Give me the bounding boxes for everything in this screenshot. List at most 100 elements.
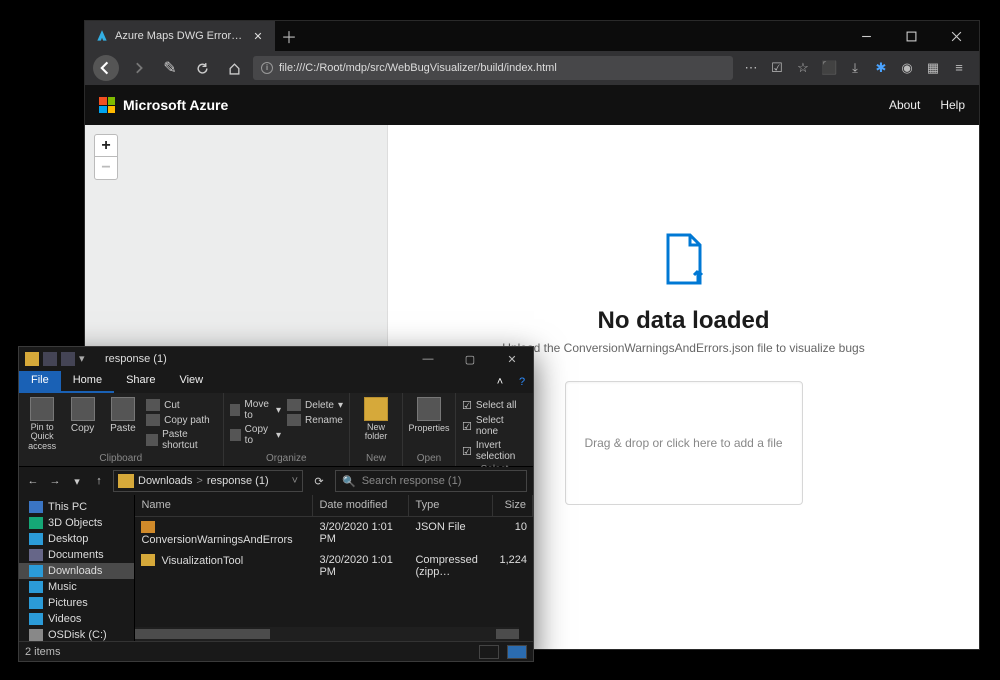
tab-close-icon[interactable]: ✕ xyxy=(251,29,265,43)
crumb-0[interactable]: Downloads xyxy=(138,475,192,487)
bookmark-icon[interactable]: ☆ xyxy=(795,60,811,76)
zoom-in-button[interactable]: + xyxy=(95,135,117,157)
nav-reload[interactable] xyxy=(189,55,215,81)
library-icon[interactable]: ⬛ xyxy=(821,60,837,76)
help-link[interactable]: Help xyxy=(940,98,965,112)
more-icon[interactable]: ⋯ xyxy=(743,60,759,76)
file-explorer-window: ▾ response (1) — ▢ ✕ File Home Share Vie… xyxy=(18,346,534,662)
tree-this-pc[interactable]: This PC xyxy=(19,499,134,515)
file-list-header[interactable]: Name Date modified Type Size xyxy=(135,495,533,517)
nav-tree[interactable]: This PC 3D Objects Desktop Documents Dow… xyxy=(19,495,135,641)
tree-desktop[interactable]: Desktop xyxy=(19,531,134,547)
window-minimize[interactable] xyxy=(844,21,889,51)
col-type[interactable]: Type xyxy=(409,495,493,516)
col-size[interactable]: Size xyxy=(493,495,533,516)
explorer-minimize[interactable]: — xyxy=(407,347,449,371)
folder-small-icon xyxy=(25,352,39,366)
rename-button[interactable]: Rename xyxy=(287,414,343,426)
downloads-icon[interactable]: ⤓ xyxy=(847,60,863,76)
new-folder-button[interactable]: New folder xyxy=(356,397,396,451)
delete-button[interactable]: Delete ▾ xyxy=(287,399,343,411)
window-close[interactable] xyxy=(934,21,979,51)
tree-documents[interactable]: Documents xyxy=(19,547,134,563)
horizontal-scrollbar[interactable] xyxy=(135,627,519,641)
account-icon[interactable]: ◉ xyxy=(899,60,915,76)
move-to-button[interactable]: Move to ▾ xyxy=(230,399,281,421)
qat-icon-1[interactable] xyxy=(43,352,57,366)
file-row[interactable]: ConversionWarningsAndErrors 3/20/2020 1:… xyxy=(135,517,533,550)
about-link[interactable]: About xyxy=(889,98,920,112)
grid-icon[interactable]: ▦ xyxy=(925,60,941,76)
explorer-recent-dropdown[interactable]: ▾ xyxy=(69,473,85,489)
nav-forward[interactable] xyxy=(125,55,151,81)
cut-button[interactable]: Cut xyxy=(146,399,216,411)
file-dropzone[interactable]: Drag & drop or click here to add a file xyxy=(565,381,803,505)
crumb-1[interactable]: response (1) xyxy=(207,475,269,487)
no-data-heading: No data loaded xyxy=(597,307,769,335)
ribbon-group-select: Select all Select none Invert selection … xyxy=(456,393,533,466)
upload-file-icon xyxy=(660,231,708,287)
extension1-icon[interactable]: ✱ xyxy=(873,60,889,76)
zip-file-icon xyxy=(141,554,155,566)
devtools-icon[interactable]: ✎ xyxy=(157,55,183,81)
browser-titlebar[interactable]: Azure Maps DWG Errors Visual… ✕ ＋ xyxy=(85,21,979,51)
explorer-help-icon[interactable]: ? xyxy=(511,371,533,393)
menu-icon[interactable]: ≡ xyxy=(951,60,967,76)
browser-address-bar: ✎ i file:///C:/Root/mdp/src/WebBugVisual… xyxy=(85,51,979,85)
breadcrumb[interactable]: Downloads > response (1) ˅ xyxy=(113,470,303,492)
view-details-button[interactable] xyxy=(479,645,499,659)
explorer-body: This PC 3D Objects Desktop Documents Dow… xyxy=(19,495,533,641)
view-icons-button[interactable] xyxy=(507,645,527,659)
pin-quick-access-button[interactable]: Pin to Quick access xyxy=(25,397,59,451)
crumb-dropdown-icon[interactable]: ˅ xyxy=(292,475,298,487)
tab-share[interactable]: Share xyxy=(114,371,167,393)
tree-downloads[interactable]: Downloads xyxy=(19,563,134,579)
url-input[interactable]: i file:///C:/Root/mdp/src/WebBugVisualiz… xyxy=(253,56,733,80)
tree-pictures[interactable]: Pictures xyxy=(19,595,134,611)
site-info-icon[interactable]: i xyxy=(261,62,273,74)
search-placeholder: Search response (1) xyxy=(362,475,462,487)
explorer-close[interactable]: ✕ xyxy=(491,347,533,371)
reader-icon[interactable]: ☑ xyxy=(769,60,785,76)
select-none-button[interactable]: Select none xyxy=(462,415,527,437)
invert-selection-button[interactable]: Invert selection xyxy=(462,440,527,462)
qat-icon-2[interactable] xyxy=(61,352,75,366)
quick-access-icons: ▾ xyxy=(19,352,99,366)
tree-osdisk[interactable]: OSDisk (C:) xyxy=(19,627,134,641)
brand-text: Microsoft Azure xyxy=(123,97,228,113)
azure-brand[interactable]: Microsoft Azure xyxy=(99,97,228,113)
copy-to-button[interactable]: Copy to ▾ xyxy=(230,424,281,446)
col-name[interactable]: Name xyxy=(135,495,313,516)
tab-title: Azure Maps DWG Errors Visual… xyxy=(115,30,245,42)
window-maximize[interactable] xyxy=(889,21,934,51)
nav-home[interactable] xyxy=(221,55,247,81)
copy-button[interactable]: Copy xyxy=(65,397,99,451)
copy-path-button[interactable]: Copy path xyxy=(146,414,216,426)
tab-file[interactable]: File xyxy=(19,371,61,393)
paste-button[interactable]: Paste xyxy=(106,397,140,451)
explorer-search-input[interactable]: 🔍 Search response (1) xyxy=(335,470,527,492)
explorer-maximize[interactable]: ▢ xyxy=(449,347,491,371)
col-date[interactable]: Date modified xyxy=(313,495,409,516)
tree-3d-objects[interactable]: 3D Objects xyxy=(19,515,134,531)
file-list[interactable]: Name Date modified Type Size ConversionW… xyxy=(135,495,533,641)
qat-dropdown-icon[interactable]: ▾ xyxy=(79,352,93,366)
tab-home[interactable]: Home xyxy=(61,371,114,393)
ribbon-collapse-icon[interactable]: ˄ xyxy=(489,371,511,393)
explorer-forward[interactable]: → xyxy=(47,473,63,489)
properties-button[interactable]: Properties xyxy=(409,397,449,451)
zoom-out-button[interactable]: − xyxy=(95,157,117,179)
explorer-up[interactable]: ↑ xyxy=(91,473,107,489)
file-row[interactable]: VisualizationTool 3/20/2020 1:01 PM Comp… xyxy=(135,550,533,582)
explorer-titlebar[interactable]: ▾ response (1) — ▢ ✕ xyxy=(19,347,533,371)
tree-videos[interactable]: Videos xyxy=(19,611,134,627)
nav-back[interactable] xyxy=(93,55,119,81)
paste-shortcut-button[interactable]: Paste shortcut xyxy=(146,429,216,451)
tree-music[interactable]: Music xyxy=(19,579,134,595)
tab-view[interactable]: View xyxy=(167,371,215,393)
select-all-button[interactable]: Select all xyxy=(462,399,527,412)
explorer-refresh[interactable]: ⟳ xyxy=(309,475,329,488)
browser-tab[interactable]: Azure Maps DWG Errors Visual… ✕ xyxy=(85,21,275,51)
new-tab-button[interactable]: ＋ xyxy=(275,21,303,51)
explorer-back[interactable]: ← xyxy=(25,473,41,489)
